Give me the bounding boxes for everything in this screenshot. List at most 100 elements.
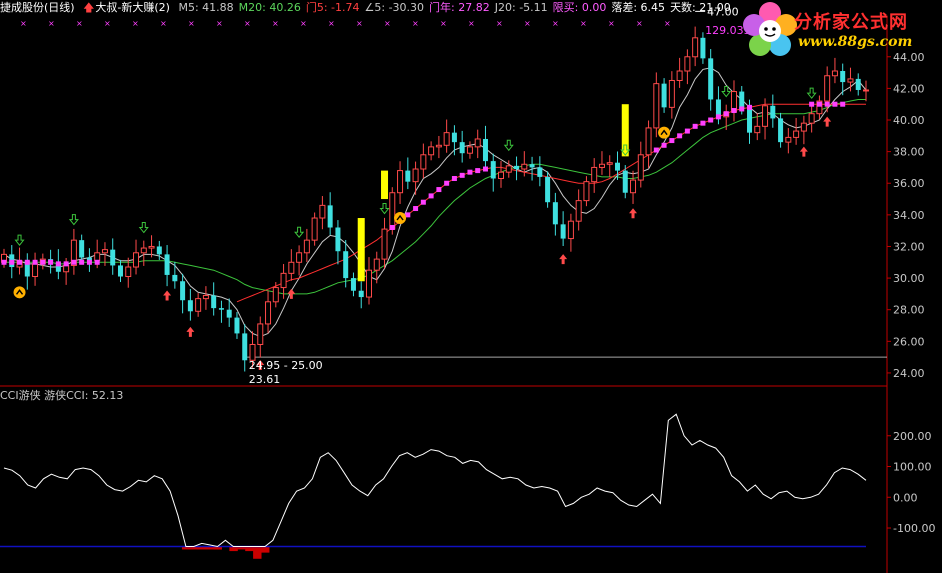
- candle-body-up: [474, 138, 481, 148]
- candle-body-up: [606, 162, 613, 165]
- candle-body-down: [226, 309, 232, 318]
- candle-body-up: [762, 105, 769, 127]
- header-marker: ×: [216, 19, 223, 28]
- candle-body-down: [117, 265, 123, 277]
- signal-badge-icon: [13, 286, 26, 299]
- candle-body-up: [653, 83, 660, 129]
- signal-dot: [684, 128, 690, 134]
- header-marker: ×: [300, 19, 307, 28]
- sell-arrow-icon: [379, 203, 390, 215]
- candle-body-up: [365, 269, 372, 298]
- cci-tick-label: -100.00: [893, 522, 935, 535]
- signal-dot: [94, 259, 100, 265]
- candle-body-up: [101, 249, 108, 254]
- signal-dot: [71, 259, 77, 265]
- signal-dot: [40, 259, 46, 265]
- header-bar: 捷成股份(日线) 🡅大叔-新大赚(2) M5: 41.88 M20: 40.26 门…: [0, 0, 740, 16]
- candle-body-up: [420, 154, 427, 170]
- candle-body-down: [490, 161, 496, 179]
- candle-body-down: [840, 71, 846, 83]
- candle-body-up: [521, 163, 528, 170]
- buy-arrow-icon: [186, 326, 195, 337]
- signal-dot: [444, 180, 450, 186]
- indicator-value-4: 门年: 27.82: [429, 1, 490, 14]
- signal-dot: [48, 259, 54, 265]
- indicator-value-7: 落差: 6.45: [611, 1, 666, 14]
- signal-dot: [731, 108, 737, 114]
- buy-arrow-icon: [629, 208, 638, 219]
- signal-dot: [739, 106, 745, 112]
- price-tick-label: 38.00: [893, 146, 925, 159]
- candle-body-up: [505, 165, 512, 173]
- signal-dot: [9, 259, 15, 265]
- cci-tick-label: 100.00: [893, 461, 932, 474]
- flower-logo-icon: [743, 2, 797, 56]
- signal-dot: [809, 101, 815, 107]
- candle-body-up: [498, 171, 505, 179]
- header-marker: ×: [524, 19, 531, 28]
- signal-bar: [621, 104, 629, 157]
- indicator-value-3: ∠5: -30.30: [364, 1, 425, 14]
- signal-dot: [32, 259, 38, 265]
- header-marker: ×: [104, 19, 111, 28]
- signal-dot: [79, 259, 85, 265]
- sell-arrow-icon: [14, 234, 25, 246]
- indicator-value-6: 限买: 0.00: [552, 1, 607, 14]
- header-marker: ×: [412, 19, 419, 28]
- buy-arrow-icon: [559, 254, 568, 265]
- header-marker: ×: [496, 19, 503, 28]
- candle-body-down: [343, 251, 349, 279]
- candle-body-up: [824, 75, 831, 102]
- price-tick-label: 24.00: [893, 367, 925, 380]
- candle-body-up: [373, 258, 380, 271]
- signal-dot: [482, 166, 488, 172]
- candle-body-down: [560, 224, 566, 239]
- candle-body-down: [405, 170, 411, 182]
- candle-body-down: [622, 170, 628, 193]
- signal-dot: [840, 101, 846, 107]
- stock-title: 捷成股份(日线): [0, 1, 75, 14]
- candle-body-up: [249, 343, 256, 361]
- candle-body-up: [63, 264, 70, 273]
- candle-body-down: [700, 37, 706, 59]
- candle-body-up: [140, 247, 147, 254]
- candle-body-up: [808, 113, 815, 124]
- candle-body-down: [552, 202, 558, 225]
- low-annotation: 23.61: [249, 373, 281, 386]
- candle-body-up: [754, 125, 761, 134]
- candle-body-up: [32, 263, 39, 278]
- signal-dot: [467, 169, 473, 175]
- candle-body-up: [94, 252, 101, 262]
- candle-body-up: [133, 252, 140, 268]
- candle-body-down: [459, 142, 465, 154]
- header-marker: ×: [468, 19, 475, 28]
- candle-body-down: [110, 249, 116, 266]
- candle-body-up: [800, 122, 807, 132]
- candle-body-down: [739, 91, 745, 109]
- candle-body-down: [156, 246, 162, 255]
- candle-body-up: [847, 78, 854, 83]
- price-tick-label: 30.00: [893, 272, 925, 285]
- header-marker: ×: [160, 19, 167, 28]
- signal-dot: [420, 199, 426, 205]
- signal-dot: [692, 123, 698, 129]
- header-marker: ×: [272, 19, 279, 28]
- site-logo: 分析家公式网 www.88gs.com: [742, 0, 942, 60]
- candle-body-down: [529, 164, 535, 168]
- candle-body-up: [381, 228, 388, 260]
- indicator-value-0: M5: 41.88: [178, 1, 234, 14]
- cci-value: 游侠CCI: 52.13: [44, 389, 124, 402]
- chart-canvas[interactable]: 24.95 - 25.0023.6147.00129.033× × × × × × × × × ×…: [0, 0, 942, 573]
- cci-header: CCI游侠 游侠CCI: 52.13: [0, 389, 123, 403]
- candle-body-up: [583, 181, 590, 202]
- candle-body-down: [218, 308, 224, 310]
- cci-oversold-bar: [253, 546, 262, 559]
- cci-indicator-name: CCI游侠: [0, 389, 41, 402]
- indicator-arrow-icon: 🡅: [83, 1, 95, 14]
- candle-body-up: [645, 127, 652, 156]
- candle-body-up: [428, 146, 435, 156]
- header-marker: ×: [328, 19, 335, 28]
- signal-dot: [17, 259, 23, 265]
- price-tick-label: 36.00: [893, 177, 925, 190]
- signal-dot: [459, 172, 465, 178]
